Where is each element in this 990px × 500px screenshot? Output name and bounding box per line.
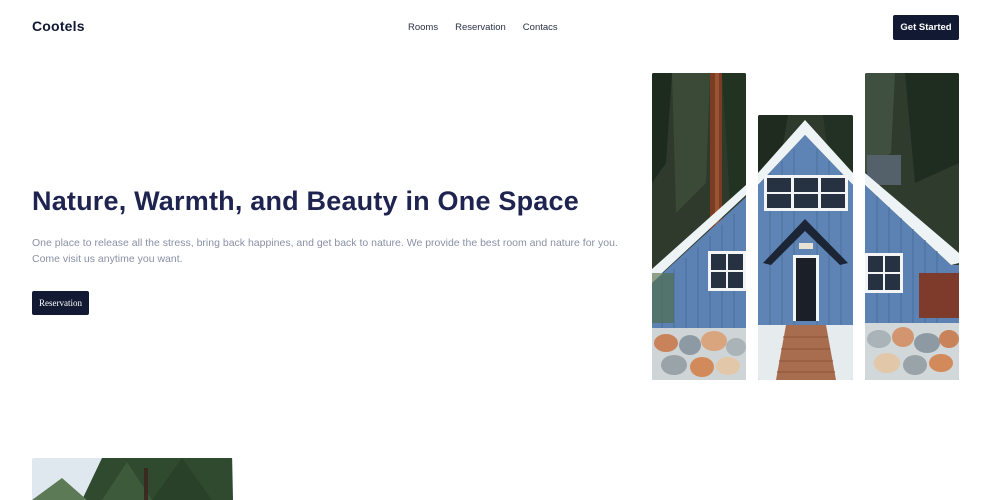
hero-title: Nature, Warmth, and Beauty in One Space <box>32 186 579 216</box>
cabin-image-center <box>758 115 853 380</box>
nav-link-reservation[interactable]: Reservation <box>455 22 506 33</box>
cabin-image-left <box>652 73 746 380</box>
brand-logo[interactable]: Cootels <box>32 18 85 34</box>
reservation-button[interactable]: Reservation <box>32 291 89 315</box>
cabin-image-right <box>865 73 959 380</box>
forest-image <box>32 458 233 500</box>
nav-link-rooms[interactable]: Rooms <box>408 22 438 33</box>
hero-description: One place to release all the stress, bri… <box>32 237 618 265</box>
get-started-button[interactable]: Get Started <box>893 15 959 40</box>
main-nav: Rooms Reservation Contacs <box>408 22 558 33</box>
nav-link-contacts[interactable]: Contacs <box>523 22 558 33</box>
